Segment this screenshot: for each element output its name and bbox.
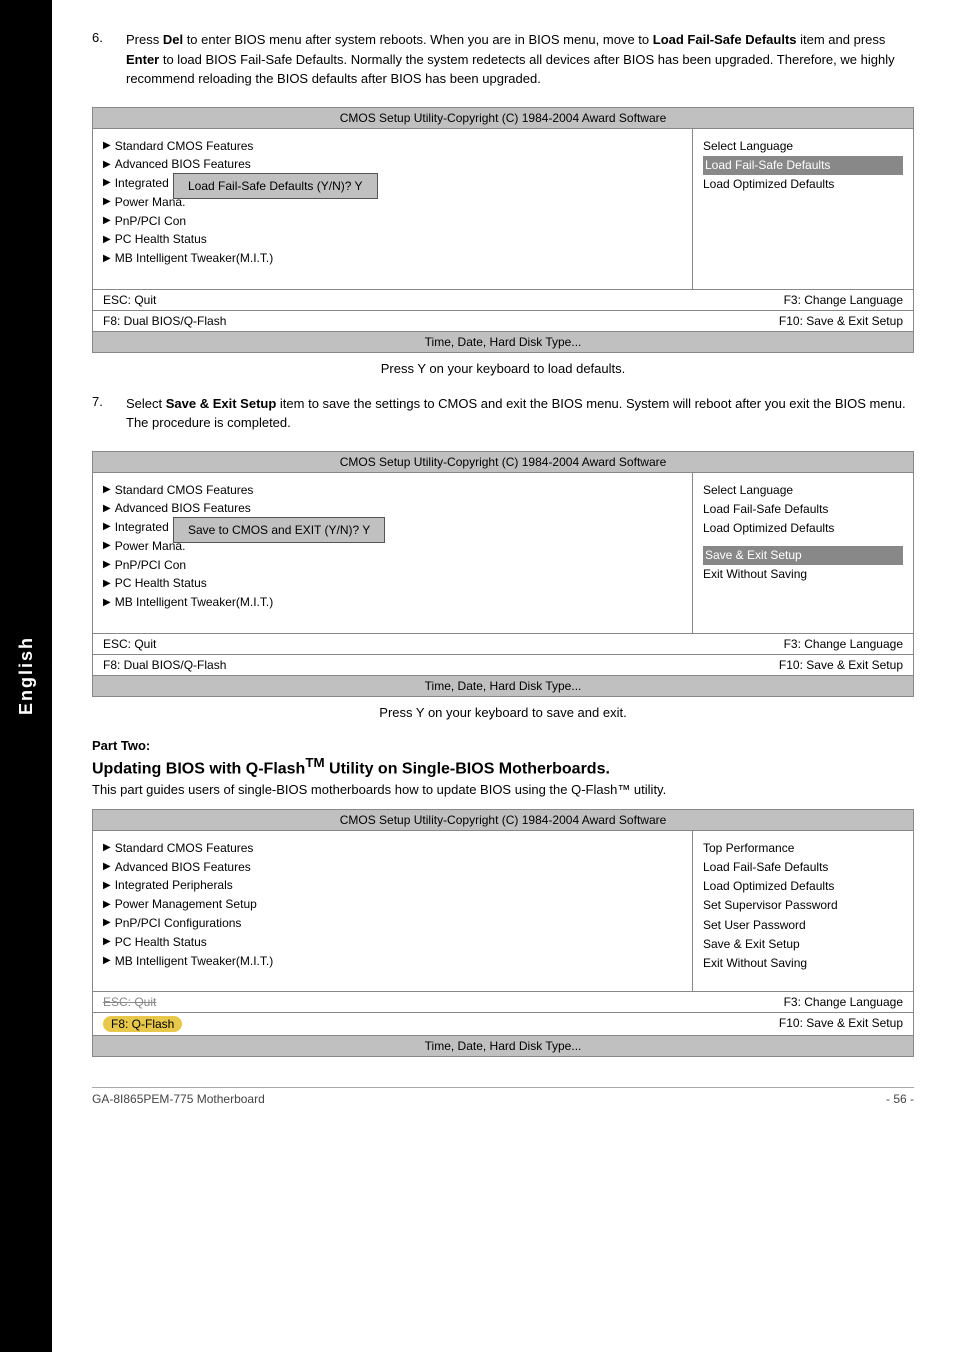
bios2-bottom: Time, Date, Hard Disk Type... <box>93 675 913 696</box>
bios1-item-1: ▶ Standard CMOS Features <box>103 137 692 156</box>
bios2-item-1: ▶ Standard CMOS Features <box>103 481 692 500</box>
bios3-f3: F3: Change Language <box>784 995 903 1009</box>
step-6-number: 6. <box>92 30 116 89</box>
bios3-item-4: ▶ Power Management Setup <box>103 895 682 914</box>
bios3-body: ▶ Standard CMOS Features ▶ Advanced BIOS… <box>93 831 913 991</box>
bios2-f8: F8: Dual BIOS/Q-Flash <box>103 658 226 672</box>
bios1-f8: F8: Dual BIOS/Q-Flash <box>103 314 226 328</box>
bios3-item-5: ▶ PnP/PCI Configurations <box>103 914 682 933</box>
page-footer: GA-8I865PEM-775 Motherboard - 56 - <box>92 1087 914 1106</box>
bios3-item-2: ▶ Advanced BIOS Features <box>103 858 682 877</box>
bios1-bottom: Time, Date, Hard Disk Type... <box>93 331 913 352</box>
bios3-right-4: Set Supervisor Password <box>703 896 903 915</box>
bios1-right-1: Select Language <box>703 137 903 156</box>
bios1-item-5: ▶ PnP/PCI Con <box>103 212 692 231</box>
bios2-footer-row1: ESC: Quit F3: Change Language <box>93 633 913 654</box>
f8-highlight: F8: Q-Flash <box>103 1016 182 1032</box>
bios1-footer-row1: ESC: Quit F3: Change Language <box>93 289 913 310</box>
bios2-f3: F3: Change Language <box>784 637 903 651</box>
bios3-right-2: Load Fail-Safe Defaults <box>703 858 903 877</box>
bios3-item-3: ▶ Integrated Peripherals <box>103 876 682 895</box>
caption-1: Press Y on your keyboard to load default… <box>92 361 914 376</box>
bios3-bottom: Time, Date, Hard Disk Type... <box>93 1035 913 1056</box>
bios1-right-2: Load Fail-Safe Defaults <box>703 156 903 175</box>
footer-right: - 56 - <box>886 1092 914 1106</box>
bios2-right-3: Load Optimized Defaults <box>703 519 903 538</box>
bios1-body: ▶ Standard CMOS Features ▶ Advanced BIOS… <box>93 129 913 289</box>
bios2-body: ▶ Standard CMOS Features ▶ Advanced BIOS… <box>93 473 913 633</box>
bios3-footer-row1: ESC: Quit F3: Change Language <box>93 991 913 1012</box>
bios2-footer-row2: F8: Dual BIOS/Q-Flash F10: Save & Exit S… <box>93 654 913 675</box>
bios1-left: ▶ Standard CMOS Features ▶ Advanced BIOS… <box>93 129 693 289</box>
part-two-description: This part guides users of single-BIOS mo… <box>92 782 914 797</box>
bios3-title: CMOS Setup Utility-Copyright (C) 1984-20… <box>93 810 913 831</box>
bios2-right-1: Select Language <box>703 481 903 500</box>
bios3-right-3: Load Optimized Defaults <box>703 877 903 896</box>
bios2-esc: ESC: Quit <box>103 637 156 651</box>
bios1-esc: ESC: Quit <box>103 293 156 307</box>
step-6: 6. Press Del to enter BIOS menu after sy… <box>92 30 914 89</box>
part-two-title: Updating BIOS with Q-FlashTM Utility on … <box>92 755 914 778</box>
bios-screenshot-2: CMOS Setup Utility-Copyright (C) 1984-20… <box>92 451 914 697</box>
bios1-dialog: Load Fail-Safe Defaults (Y/N)? Y <box>173 173 378 199</box>
bios3-item-6: ▶ PC Health Status <box>103 933 682 952</box>
bios3-f10: F10: Save & Exit Setup <box>779 1016 903 1032</box>
bios2-left: ▶ Standard CMOS Features ▶ Advanced BIOS… <box>93 473 693 633</box>
bios1-f3: F3: Change Language <box>784 293 903 307</box>
bios3-item-1: ▶ Standard CMOS Features <box>103 839 682 858</box>
bios3-item-7: ▶ MB Intelligent Tweaker(M.I.T.) <box>103 952 682 971</box>
part-two-label: Part Two: <box>92 738 914 753</box>
bios3-esc: ESC: Quit <box>103 995 156 1009</box>
bios2-item-7: ▶ MB Intelligent Tweaker(M.I.T.) <box>103 593 692 612</box>
bios1-item-7: ▶ MB Intelligent Tweaker(M.I.T.) <box>103 249 692 268</box>
caption-2: Press Y on your keyboard to save and exi… <box>92 705 914 720</box>
bios2-right-2: Load Fail-Safe Defaults <box>703 500 903 519</box>
step-7-text: Select Save & Exit Setup item to save th… <box>126 394 914 433</box>
bios2-item-5: ▶ PnP/PCI Con <box>103 556 692 575</box>
bios1-title: CMOS Setup Utility-Copyright (C) 1984-20… <box>93 108 913 129</box>
bios-screenshot-3: CMOS Setup Utility-Copyright (C) 1984-20… <box>92 809 914 1057</box>
bios3-right: Top Performance Load Fail-Safe Defaults … <box>693 831 913 991</box>
bios2-right: Select Language Load Fail-Safe Defaults … <box>693 473 913 633</box>
bios2-f10: F10: Save & Exit Setup <box>779 658 903 672</box>
bios3-f8: F8: Q-Flash <box>103 1016 182 1032</box>
bios2-dialog: Save to CMOS and EXIT (Y/N)? Y <box>173 517 385 543</box>
bios3-footer-row2: F8: Q-Flash F10: Save & Exit Setup <box>93 1012 913 1035</box>
sidebar-label: English <box>16 636 37 715</box>
bios2-right-exit: Exit Without Saving <box>703 565 903 584</box>
step-7: 7. Select Save & Exit Setup item to save… <box>92 394 914 433</box>
main-content: 6. Press Del to enter BIOS menu after sy… <box>52 0 954 1136</box>
sidebar: English <box>0 0 52 1352</box>
bios2-right-save: Save & Exit Setup <box>703 546 903 565</box>
part-two-section: Part Two: Updating BIOS with Q-FlashTM U… <box>92 738 914 797</box>
bios1-footer-row2: F8: Dual BIOS/Q-Flash F10: Save & Exit S… <box>93 310 913 331</box>
bios2-item-6: ▶ PC Health Status <box>103 574 692 593</box>
bios2-item-2: ▶ Advanced BIOS Features <box>103 499 692 518</box>
bios3-right-7: Exit Without Saving <box>703 954 903 973</box>
footer-left: GA-8I865PEM-775 Motherboard <box>92 1092 265 1106</box>
bios2-title: CMOS Setup Utility-Copyright (C) 1984-20… <box>93 452 913 473</box>
bios1-right: Select Language Load Fail-Safe Defaults … <box>693 129 913 289</box>
bios1-item-2: ▶ Advanced BIOS Features <box>103 155 692 174</box>
bios1-f10: F10: Save & Exit Setup <box>779 314 903 328</box>
bios3-left: ▶ Standard CMOS Features ▶ Advanced BIOS… <box>93 831 693 991</box>
step-7-number: 7. <box>92 394 116 433</box>
bios1-right-3: Load Optimized Defaults <box>703 175 903 194</box>
bios1-item-6: ▶ PC Health Status <box>103 230 692 249</box>
bios3-right-5: Set User Password <box>703 916 903 935</box>
bios3-right-6: Save & Exit Setup <box>703 935 903 954</box>
bios-screenshot-1: CMOS Setup Utility-Copyright (C) 1984-20… <box>92 107 914 353</box>
bios3-right-1: Top Performance <box>703 839 903 858</box>
step-6-text: Press Del to enter BIOS menu after syste… <box>126 30 914 89</box>
